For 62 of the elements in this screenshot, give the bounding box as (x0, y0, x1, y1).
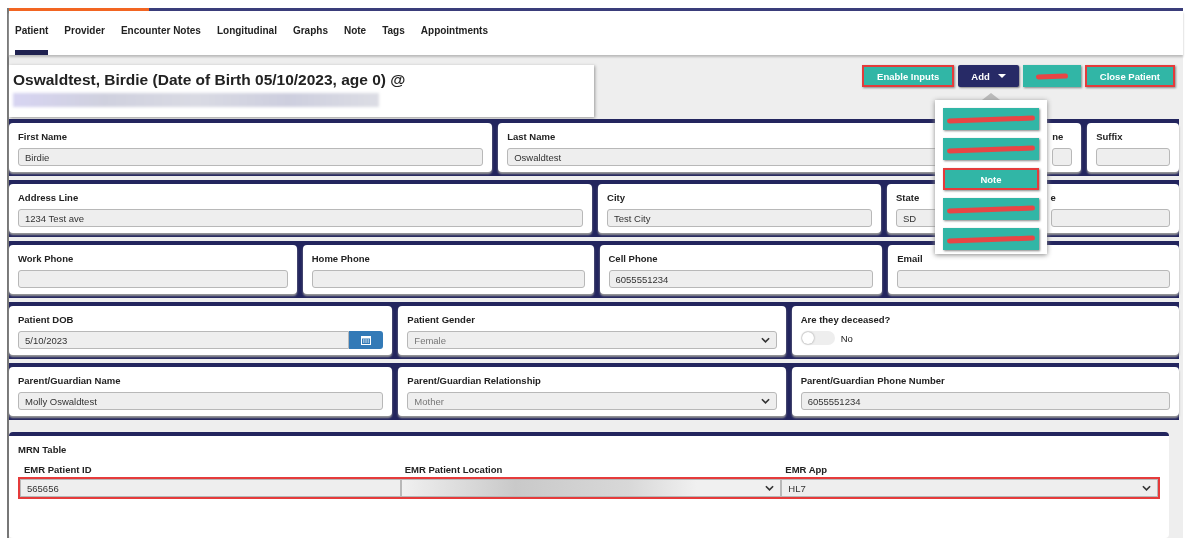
table-title: MRN Table (18, 444, 68, 455)
chevron-down-icon (1142, 485, 1151, 491)
add-dropdown-button[interactable]: Add (958, 65, 1019, 87)
text-field[interactable] (1050, 209, 1170, 227)
field-label: Parent/Guardian Phone Number (800, 375, 946, 386)
tab[interactable]: Appointments (420, 11, 488, 55)
field-label: Work Phone (18, 253, 75, 264)
field-label: Patient DOB (18, 314, 75, 325)
field-label: Home Phone (311, 253, 371, 264)
tab[interactable]: Provider (64, 11, 105, 55)
text-field[interactable]: Molly Oswaldtest (18, 392, 384, 410)
patient-title: Oswaldtest, Birdie (Date of Birth 05/10/2023, age 0) @ (13, 71, 407, 89)
text-field[interactable] (897, 270, 1170, 288)
redacted-menu-item[interactable] (943, 108, 1039, 130)
text-field[interactable] (1052, 148, 1073, 166)
column-header: EMR Patient ID (23, 463, 93, 477)
column-header: EMR Patient Location (403, 463, 504, 477)
tab[interactable]: Encounter Notes (120, 11, 201, 55)
caret-icon (997, 74, 1006, 78)
field-label: Parent/Guardian Name (18, 375, 122, 386)
redacted-menu-item[interactable] (943, 228, 1039, 250)
text-field[interactable] (1096, 148, 1170, 166)
field-label: Email (897, 253, 924, 264)
field-label: Cell Phone (608, 253, 659, 264)
text-field[interactable]: 1234 Test ave (18, 209, 583, 227)
tab[interactable]: Longitudinal (216, 11, 277, 55)
select-field[interactable]: HL7 (781, 479, 1158, 497)
chevron-down-icon (760, 398, 770, 404)
column-header: EMR App (784, 463, 829, 477)
tab[interactable]: Note (343, 11, 367, 55)
select-field[interactable] (400, 479, 782, 497)
field-label: State (896, 192, 921, 203)
tab[interactable]: Graphs (292, 11, 328, 55)
field-label: Parent/Guardian Relationship (407, 375, 542, 386)
field-label: First Name (18, 131, 69, 142)
field-label: Last Name (507, 131, 557, 142)
field-label: Are they deceased? (800, 314, 892, 325)
text-field[interactable]: 6055551234 (800, 392, 1170, 410)
text-field[interactable] (311, 270, 585, 288)
tab[interactable]: Tags (382, 11, 405, 55)
text-field[interactable]: 6055551234 (608, 270, 874, 288)
field-label: Suffix (1096, 131, 1124, 142)
field-label: ne (1052, 131, 1065, 142)
calendar-button[interactable] (349, 331, 384, 349)
text-field[interactable] (18, 270, 288, 288)
text-field[interactable]: Birdie (18, 148, 484, 166)
date-field[interactable]: 5/10/2023 (18, 331, 350, 349)
redacted-menu-item[interactable] (943, 138, 1039, 160)
chevron-down-icon (765, 485, 775, 491)
text-field[interactable]: Test City (607, 209, 872, 227)
calendar-icon (361, 335, 372, 345)
tab[interactable]: Patient (15, 11, 49, 55)
field-label: Address Line (18, 192, 80, 203)
redacted-menu-item[interactable] (943, 198, 1039, 220)
chevron-down-icon (760, 337, 770, 343)
field-label: Patient Gender (407, 314, 476, 325)
field-label: City (607, 192, 626, 203)
toggle-label: No (840, 332, 853, 344)
field-label: e (1050, 192, 1057, 203)
redacted-button[interactable] (1022, 65, 1081, 87)
toggle-switch[interactable] (800, 331, 835, 345)
text-field[interactable]: 565656 (20, 479, 401, 497)
